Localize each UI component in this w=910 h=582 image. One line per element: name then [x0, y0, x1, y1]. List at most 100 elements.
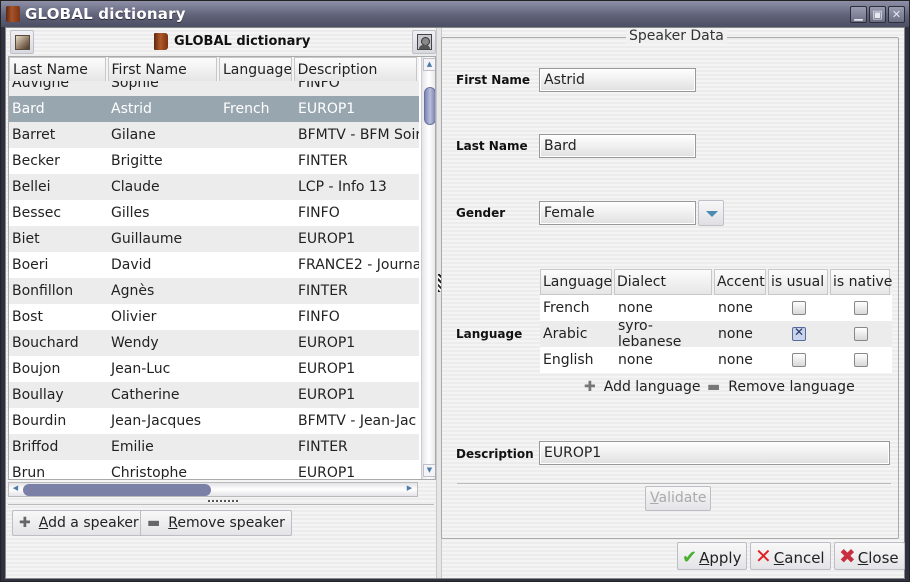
last-name-cell: Bouchard	[12, 335, 79, 351]
speaker-view-button[interactable]	[412, 30, 436, 54]
language-table: Language Dialect Accent is usual is nati…	[540, 269, 892, 373]
window-title: GLOBAL dictionary	[25, 5, 186, 23]
column-header-accent[interactable]: Accent	[714, 269, 766, 295]
is-usual-checkbox[interactable]	[792, 301, 806, 315]
horizontal-scrollbar[interactable]: ◀ ▶	[8, 482, 418, 497]
table-row[interactable]: Boullay Catherine EUROP1	[9, 382, 419, 408]
list-header: GLOBAL dictionary	[8, 30, 436, 54]
description-cell: BFMTV - BFM Soir	[298, 127, 419, 143]
table-header: Last Name First Name Language Descriptio…	[9, 57, 419, 83]
remove-speaker-button[interactable]: ▬ Remove speaker	[140, 510, 292, 536]
add-language-button[interactable]: ✚ Add language	[584, 379, 700, 395]
table-row[interactable]: Barret Gilane BFMTV - BFM Soir	[9, 122, 419, 148]
table-row[interactable]: Bost Olivier FINFO	[9, 304, 419, 330]
scroll-right-arrow-icon[interactable]: ▶	[403, 483, 416, 496]
minus-icon: ▬	[147, 515, 161, 531]
last-name-cell: Bard	[12, 101, 45, 117]
horizontal-scroll-thumb[interactable]	[23, 484, 211, 496]
dialog-content: GLOBAL dictionary Last Name First Name L…	[5, 27, 905, 579]
table-row[interactable]: Brun Christophe EUROP1	[9, 460, 419, 480]
description-field[interactable]: EUROP1	[539, 441, 890, 465]
language-cell: French	[223, 101, 270, 117]
first-name-cell: Christophe	[111, 465, 188, 480]
table-row[interactable]: Bonfillon Agnès FINTER	[9, 278, 419, 304]
table-row[interactable]: Bourdin Jean-Jacques BFMTV - Jean-Jac	[9, 408, 419, 434]
description-cell: EUROP1	[298, 361, 356, 377]
last-name-field[interactable]: Bard	[539, 134, 696, 158]
close-button[interactable]: ✖ Close	[834, 542, 905, 570]
first-name-cell: Jean-Luc	[111, 361, 171, 377]
column-header-language[interactable]: Language	[218, 57, 292, 82]
add-speaker-button[interactable]: ✚ Add a speaker	[12, 510, 146, 536]
column-header-is-native[interactable]: is native	[830, 269, 892, 295]
is-native-checkbox[interactable]	[854, 353, 868, 367]
first-name-cell: David	[111, 257, 152, 273]
table-row[interactable]: Auvigne Sophie FINFO	[9, 81, 419, 96]
description-cell: EUROP1	[298, 335, 356, 351]
close-x-icon: ✖	[839, 544, 856, 568]
maximize-button[interactable]: ▣	[869, 6, 886, 23]
language-table-body: FrenchnonenoneArabicsyro-lebanesenoneEng…	[540, 295, 892, 373]
last-name-cell: Biet	[12, 231, 40, 247]
person-icon	[417, 34, 432, 50]
column-header-dialect[interactable]: Dialect	[614, 269, 712, 295]
book-icon	[6, 6, 20, 22]
dialog-window: GLOBAL dictionary ▁ ▣ ✕ GLOBAL dictionar…	[0, 0, 910, 582]
first-name-field[interactable]: Astrid	[539, 68, 696, 92]
title-bar[interactable]: GLOBAL dictionary ▁ ▣ ✕	[1, 1, 909, 27]
close-window-button[interactable]: ✕	[888, 6, 905, 23]
cancel-button[interactable]: ✕ Cancel	[750, 542, 831, 570]
first-name-cell: Wendy	[111, 335, 159, 351]
plus-icon: ✚	[19, 515, 31, 531]
import-button[interactable]	[10, 30, 34, 54]
minimize-button[interactable]: ▁	[850, 6, 867, 23]
language-row[interactable]: French none none	[540, 295, 892, 321]
vertical-scroll-thumb[interactable]	[424, 87, 435, 125]
table-row[interactable]: Boeri David FRANCE2 - Journa	[9, 252, 419, 278]
table-row[interactable]: Bellei Claude LCP - Info 13	[9, 174, 419, 200]
first-name-cell: Gilles	[111, 205, 150, 221]
table-row[interactable]: Boujon Jean-Luc EUROP1	[9, 356, 419, 382]
minus-icon: ▬	[707, 379, 721, 395]
table-row[interactable]: Briffod Emilie FINTER	[9, 434, 419, 460]
column-header-last-name[interactable]: Last Name	[9, 57, 106, 82]
column-header-first-name[interactable]: First Name	[107, 57, 217, 82]
remove-language-button[interactable]: ▬ Remove language	[707, 379, 855, 395]
last-name-cell: Barret	[12, 127, 56, 143]
is-native-checkbox[interactable]	[854, 301, 868, 315]
first-name-cell: Claude	[111, 179, 160, 195]
table-row[interactable]: Becker Brigitte FINTER	[9, 148, 419, 174]
dictionary-title: GLOBAL dictionary	[174, 34, 311, 49]
table-row[interactable]: Bessec Gilles FINFO	[9, 200, 419, 226]
scroll-left-arrow-icon[interactable]: ◀	[9, 483, 22, 496]
vertical-scrollbar[interactable]: ▲ ▼	[421, 57, 435, 479]
language-row[interactable]: Arabic syro-lebanese none	[540, 318, 892, 350]
first-name-cell: Astrid	[111, 101, 152, 117]
apply-button[interactable]: ✔ Apply	[677, 542, 748, 570]
validate-button[interactable]: Validate	[645, 486, 712, 511]
last-name-cell: Bellei	[12, 179, 51, 195]
is-usual-checkbox[interactable]	[792, 325, 806, 341]
accent-cell: none	[718, 300, 753, 316]
is-usual-checkbox[interactable]	[792, 353, 806, 367]
scroll-down-arrow-icon[interactable]: ▼	[423, 464, 435, 477]
splitter-grip[interactable]	[208, 500, 238, 503]
column-header-is-usual[interactable]: is usual	[768, 269, 828, 295]
gender-select[interactable]: Female	[539, 201, 696, 225]
description-cell: FINTER	[298, 153, 348, 169]
language-label: Language	[456, 327, 523, 341]
chevron-down-icon[interactable]	[698, 200, 724, 226]
description-cell: FINFO	[298, 309, 340, 325]
column-header-language[interactable]: Language	[540, 269, 612, 295]
language-row[interactable]: English none none	[540, 347, 892, 373]
table-row[interactable]: Biet Guillaume EUROP1	[9, 226, 419, 252]
column-header-description[interactable]: Description	[293, 57, 417, 82]
scroll-up-arrow-icon[interactable]: ▲	[423, 58, 435, 71]
last-name-cell: Auvigne	[12, 81, 69, 91]
is-native-checkbox[interactable]	[854, 327, 868, 341]
last-name-cell: Bourdin	[12, 413, 67, 429]
table-row[interactable]: Bouchard Wendy EUROP1	[9, 330, 419, 356]
description-cell: EUROP1	[298, 387, 356, 403]
first-name-cell: Jean-Jacques	[111, 413, 202, 429]
table-row[interactable]: Bard Astrid French EUROP1	[9, 96, 419, 122]
